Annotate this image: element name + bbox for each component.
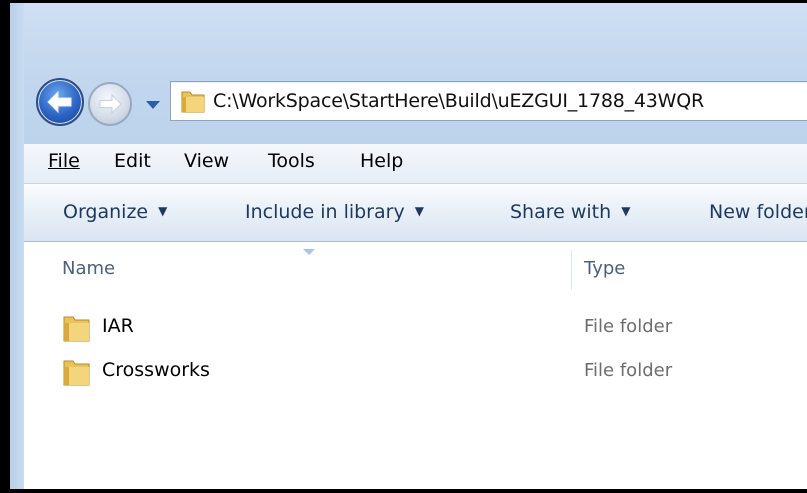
menu-file[interactable]: File xyxy=(48,150,80,172)
include-in-library-label: Include in library xyxy=(245,201,405,223)
forward-button[interactable] xyxy=(88,82,132,126)
menu-bar: File Edit View Tools Help xyxy=(24,144,807,184)
chevron-down-icon: ▼ xyxy=(158,204,168,218)
recent-pages-dropdown[interactable] xyxy=(140,96,166,114)
share-with-label: Share with xyxy=(510,201,612,223)
file-type: File folder xyxy=(584,360,673,381)
column-header-type[interactable]: Type xyxy=(584,258,625,279)
new-folder-button[interactable]: New folder xyxy=(709,201,807,223)
folder-icon xyxy=(179,88,207,118)
command-bar: Organize ▼ Include in library ▼ Share with… xyxy=(24,184,807,242)
organize-button[interactable]: Organize ▼ xyxy=(63,201,167,223)
back-arrow-icon xyxy=(47,90,72,114)
menu-edit[interactable]: Edit xyxy=(114,150,151,172)
sort-indicator-icon xyxy=(303,249,315,255)
menu-edit-label: Edit xyxy=(114,150,151,172)
folder-icon xyxy=(60,357,92,391)
back-button[interactable] xyxy=(36,78,84,126)
menu-file-label: File xyxy=(48,150,80,172)
menu-tools-label: Tools xyxy=(268,150,315,172)
column-header-name[interactable]: Name xyxy=(62,258,115,279)
file-type: File folder xyxy=(584,316,673,337)
folder-icon xyxy=(60,313,92,347)
menu-help[interactable]: Help xyxy=(360,150,403,172)
address-bar[interactable]: C:\WorkSpace\StartHere\Build\uEZGUI_1788… xyxy=(170,81,807,121)
menu-view-label: View xyxy=(184,150,230,172)
window-left-edge xyxy=(10,3,24,489)
menu-view[interactable]: View xyxy=(184,150,229,172)
new-folder-label: New folder xyxy=(709,201,807,223)
organize-label: Organize xyxy=(63,201,149,223)
column-divider[interactable] xyxy=(571,250,572,290)
file-name: IAR xyxy=(102,315,134,337)
share-with-button[interactable]: Share with ▼ xyxy=(510,201,630,223)
chevron-down-icon: ▼ xyxy=(414,204,424,218)
chevron-down-icon xyxy=(146,101,160,109)
chevron-down-icon: ▼ xyxy=(621,204,631,218)
include-in-library-button[interactable]: Include in library ▼ xyxy=(245,201,424,223)
menu-help-label: Help xyxy=(360,150,404,172)
menu-tools[interactable]: Tools xyxy=(268,150,315,172)
address-path[interactable]: C:\WorkSpace\StartHere\Build\uEZGUI_1788… xyxy=(213,90,704,112)
forward-arrow-icon xyxy=(99,93,122,115)
file-name: Crossworks xyxy=(102,359,210,381)
